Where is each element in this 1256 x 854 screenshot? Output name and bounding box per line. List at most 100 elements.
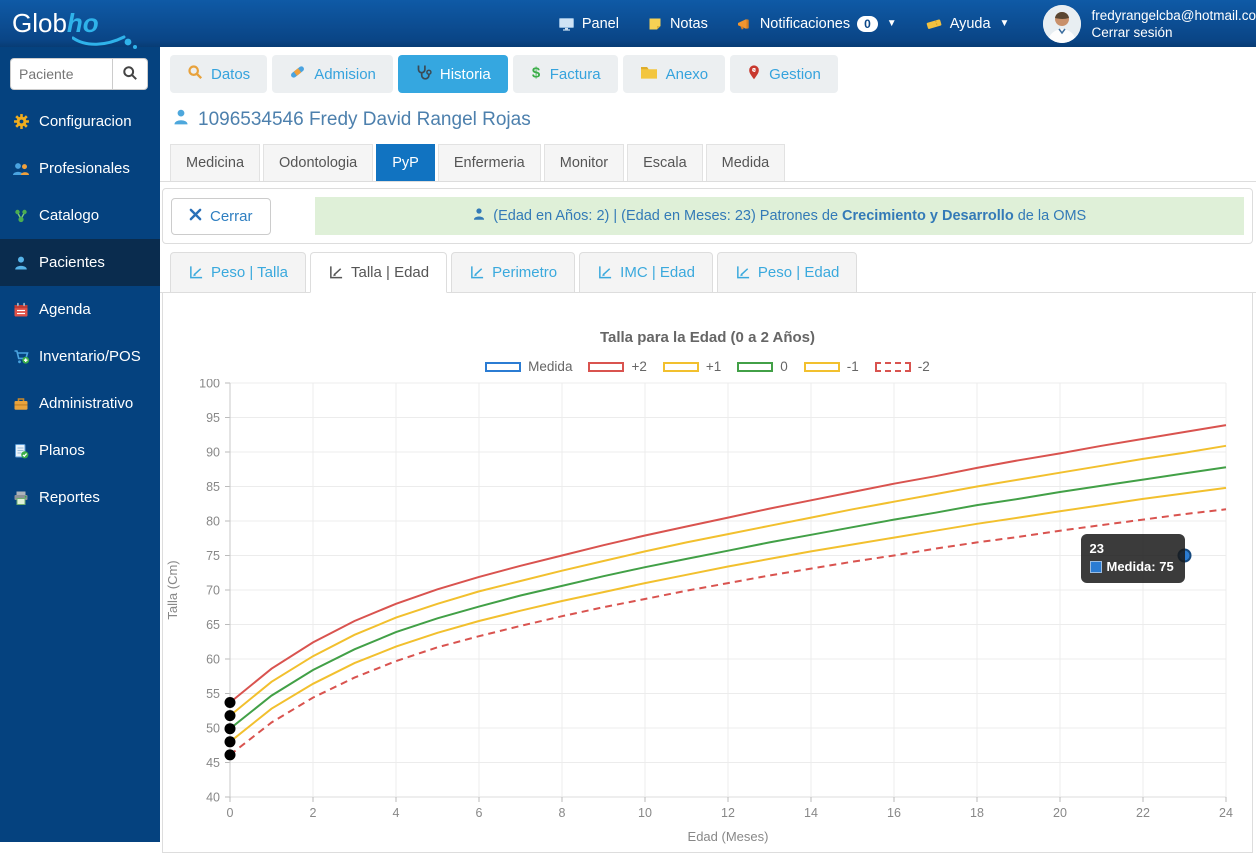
panel-icon xyxy=(558,16,575,32)
cart-icon xyxy=(12,349,30,365)
info-bar-text: (Edad en Años: 2) | (Edad en Meses: 23) … xyxy=(493,208,843,224)
tab-enfermeria[interactable]: Enfermeria xyxy=(437,144,541,181)
sidebar-item-profesionales[interactable]: Profesionales xyxy=(0,145,160,192)
sidebar-item-label: Pacientes xyxy=(39,254,105,271)
legend-item-0[interactable]: 0 xyxy=(737,359,788,374)
tab-admision[interactable]: Admision xyxy=(272,55,393,93)
avatar[interactable] xyxy=(1043,4,1082,43)
tab-escala[interactable]: Escala xyxy=(627,144,703,181)
patient-search-button[interactable] xyxy=(112,58,148,90)
sidebar-item-configuracion[interactable]: Configuracion xyxy=(0,98,160,145)
growth-info-bar: (Edad en Años: 2) | (Edad en Meses: 23) … xyxy=(314,197,1244,235)
search-orange-icon xyxy=(187,64,203,84)
svg-text:14: 14 xyxy=(804,806,818,820)
patient-search-input[interactable] xyxy=(10,58,112,90)
tab-label: Historia xyxy=(439,65,491,83)
nav-item-notificaciones[interactable]: Notificaciones 0 ▼ xyxy=(736,15,897,32)
sidebar-menu: Configuracion Profesionales Catalogo Pacien… xyxy=(0,98,160,521)
logo-text-1: Glob xyxy=(12,8,67,38)
nav-item-ayuda[interactable]: Ayuda ▼ xyxy=(925,15,1009,32)
chart-panel: Talla para la Edad (0 a 2 Años) Medida +2… xyxy=(162,293,1253,853)
nav-item-notas[interactable]: Notas xyxy=(647,16,708,32)
patient-search xyxy=(10,58,150,90)
chart-tab-talla-edad[interactable]: Talla | Edad xyxy=(310,252,448,293)
chart-tab-label: Peso | Edad xyxy=(757,264,840,281)
legend-item-1[interactable]: +1 xyxy=(662,359,721,374)
sidebar-item-catalogo[interactable]: Catalogo xyxy=(0,192,160,239)
user-menu[interactable]: fredyrangelcba@hotmail.co Cerrar sesión xyxy=(1043,4,1256,43)
sidebar-item-reportes[interactable]: Reportes xyxy=(0,474,160,521)
logout-link[interactable]: Cerrar sesión xyxy=(1091,24,1256,41)
svg-text:90: 90 xyxy=(206,446,220,460)
legend-item-2[interactable]: +2 xyxy=(588,359,647,374)
search-icon xyxy=(122,65,138,84)
chart-canvas: 4045505560657075808590951000 2 4 6 8 10 12 14 16… xyxy=(165,377,1233,845)
chart-line-icon xyxy=(469,265,485,280)
tab-factura[interactable]: $ Factura xyxy=(512,55,618,93)
sidebar-item-label: Agenda xyxy=(39,301,91,318)
legend-item-1[interactable]: -1 xyxy=(803,359,859,374)
top-navbar-menu: Panel Notas Notificaciones 0 ▼ Ayuda ▼ fredyra… xyxy=(558,4,1256,43)
svg-text:Talla (Cm): Talla (Cm) xyxy=(165,560,180,619)
svg-text:20: 20 xyxy=(1053,806,1067,820)
svg-text:60: 60 xyxy=(206,653,220,667)
svg-text:70: 70 xyxy=(206,584,220,598)
tab-odontologia[interactable]: Odontologia xyxy=(263,144,374,181)
tab-monitor[interactable]: Monitor xyxy=(543,144,625,181)
svg-text:8: 8 xyxy=(559,806,566,820)
patient-name: 1096534546 Fredy David Rangel Rojas xyxy=(198,109,531,130)
briefcase-icon xyxy=(12,396,30,412)
chart-tab-label: Perimetro xyxy=(492,264,558,281)
sidebar-item-pacientes[interactable]: Pacientes xyxy=(0,239,160,286)
chart-tabs: Peso | Talla Talla | Edad Perimetro IMC | E… xyxy=(160,244,1256,293)
legend-label: Medida xyxy=(528,359,573,374)
svg-text:24: 24 xyxy=(752,68,756,72)
tab-pyp[interactable]: PyP xyxy=(376,144,435,181)
document-check-icon xyxy=(12,443,30,459)
svg-text:18: 18 xyxy=(970,806,984,820)
tab-medida[interactable]: Medida xyxy=(705,144,786,181)
tab-label: Anexo xyxy=(665,65,709,83)
top-navbar: Globho Panel Notas Notificaciones 0 ▼ Ayuda ▼ … xyxy=(0,0,1256,49)
tooltip-title: 23 xyxy=(1089,540,1104,556)
chart-tab-label: Peso | Talla xyxy=(211,264,288,281)
sidebar-item-label: Configuracion xyxy=(39,113,132,130)
chart-line-icon xyxy=(188,265,204,280)
tab-gestion[interactable]: 24 Gestion xyxy=(730,55,838,93)
nav-item-label: Notificaciones xyxy=(759,15,851,32)
svg-text:2: 2 xyxy=(310,806,317,820)
tab-label: Gestion xyxy=(769,65,821,83)
tab-label: Admision xyxy=(314,65,376,83)
chart-tab-label: IMC | Edad xyxy=(620,264,695,281)
tab-historia[interactable]: Historia xyxy=(397,55,508,93)
nav-item-label: Ayuda xyxy=(949,15,991,32)
tab-medicina[interactable]: Medicina xyxy=(170,144,261,181)
tab-anexo[interactable]: Anexo xyxy=(622,55,726,93)
svg-text:22: 22 xyxy=(1136,806,1150,820)
nav-item-panel[interactable]: Panel xyxy=(558,16,619,32)
chart-line-icon xyxy=(735,265,751,280)
tab-datos[interactable]: Datos xyxy=(170,55,268,93)
chart-tab-peso-talla[interactable]: Peso | Talla xyxy=(170,252,306,293)
chart-tab-perimetro[interactable]: Perimetro xyxy=(451,252,576,293)
sidebar-item-planos[interactable]: Planos xyxy=(0,427,160,474)
tab-label: Datos xyxy=(211,65,251,83)
close-button[interactable]: Cerrar xyxy=(171,197,271,235)
legend-swatch xyxy=(485,361,522,372)
chart-line-icon xyxy=(328,265,344,280)
sidebar-item-agenda[interactable]: Agenda xyxy=(0,286,160,333)
pin-icon: 24 xyxy=(747,64,761,84)
info-bar-suffix: de la OMS xyxy=(1013,208,1087,224)
chart-tab-peso-edad[interactable]: Peso | Edad xyxy=(716,252,858,293)
sidebar-item-label: Planos xyxy=(39,442,85,459)
gear-icon xyxy=(12,113,30,130)
stethoscope-icon xyxy=(415,64,432,84)
professionals-icon xyxy=(12,161,30,177)
sidebar-item-inventario-pos[interactable]: Inventario/POS xyxy=(0,333,160,380)
legend-item-medida[interactable]: Medida xyxy=(485,359,572,374)
sidebar-item-label: Catalogo xyxy=(39,207,100,224)
app-logo[interactable]: Globho xyxy=(0,8,165,49)
legend-item-2[interactable]: -2 xyxy=(874,359,930,374)
chart-tab-imc-edad[interactable]: IMC | Edad xyxy=(579,252,713,293)
sidebar-item-administrativo[interactable]: Administrativo xyxy=(0,380,160,427)
